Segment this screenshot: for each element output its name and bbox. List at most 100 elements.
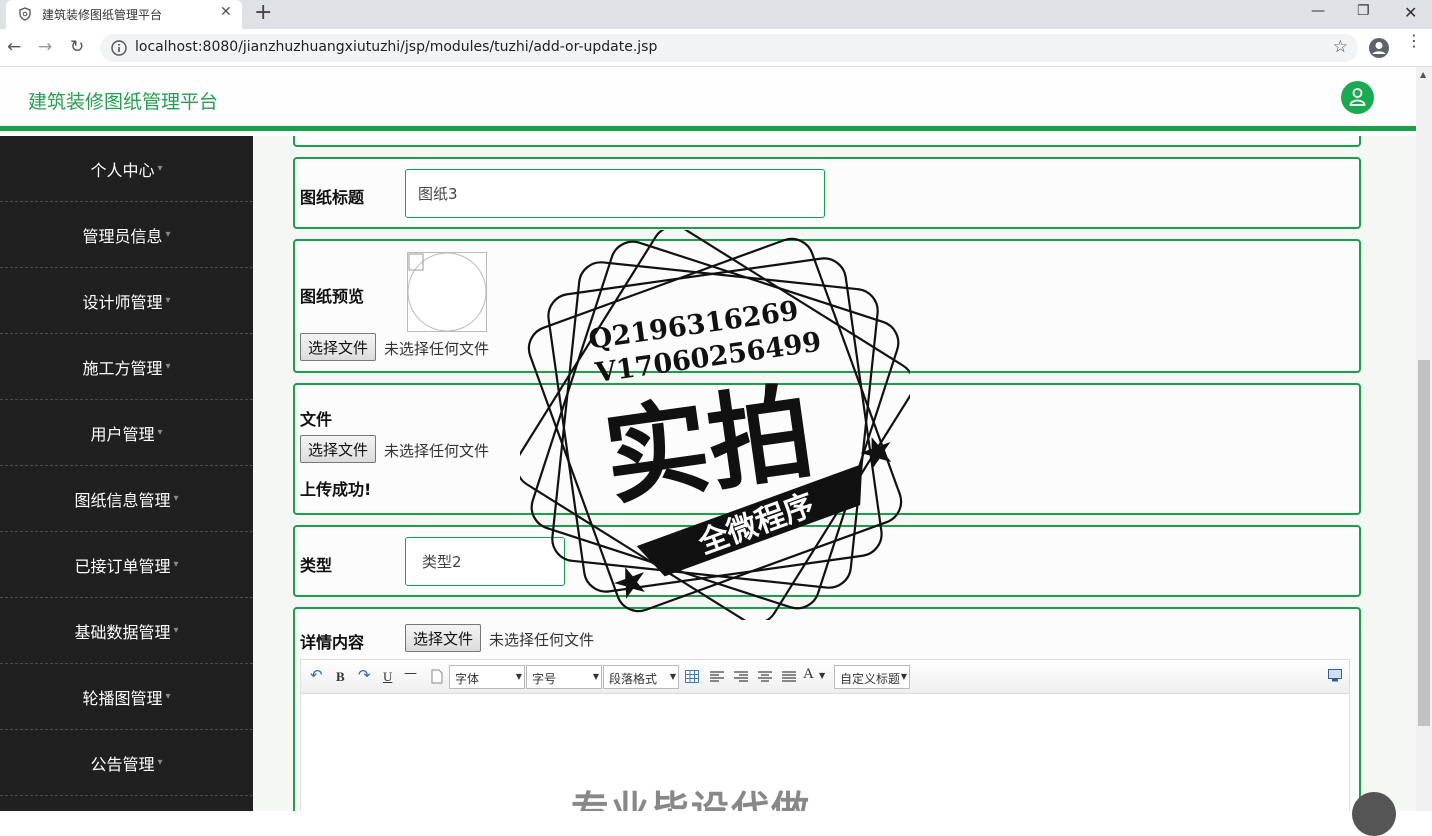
sidebar-item-label: 基础数据管理 [74, 622, 171, 642]
sidebar-item-drawings[interactable]: 图纸信息管理 ▾ [0, 466, 253, 532]
back-icon[interactable]: ← [7, 37, 21, 57]
upload-success-text: 上传成功! [300, 480, 372, 499]
browser-menu-icon[interactable]: ⋮ [1406, 33, 1422, 49]
sidebar-item-users[interactable]: 用户管理 ▾ [0, 400, 253, 466]
type-select-value: 类型2 [422, 553, 462, 571]
caret-down-icon: ▾ [157, 757, 163, 768]
page-icon[interactable] [431, 669, 443, 684]
sidebar-item-label: 轮播图管理 [82, 688, 163, 708]
shield-icon [19, 7, 31, 21]
browser-tab-bar: 建筑装修图纸管理平台 ✕ + — ❐ ✕ [0, 0, 1432, 29]
minimize-icon[interactable]: — [1311, 3, 1325, 19]
title-input[interactable]: 图纸3 [405, 169, 825, 218]
sidebar-item-designer[interactable]: 设计师管理 ▾ [0, 268, 253, 334]
sidebar-item-contractor[interactable]: 施工方管理 ▾ [0, 334, 253, 400]
form-row-title: 图纸标题 图纸3 [293, 157, 1361, 229]
preview-file-status: 未选择任何文件 [384, 340, 490, 358]
font-family-value: 字体 [455, 672, 480, 686]
font-size-value: 字号 [532, 672, 557, 686]
type-label: 类型 [300, 556, 333, 575]
paragraph-select[interactable]: 段落格式 ▼ [603, 665, 679, 689]
sidebar: 个人中心 ▾ 管理员信息 ▾ 设计师管理 ▾ 施工方管理 ▾ 用户管理 ▾ 图纸信息管理 ▾… [0, 136, 253, 811]
caret-down-icon: ▾ [173, 559, 179, 570]
sidebar-item-label: 管理员信息 [82, 226, 163, 246]
forward-icon[interactable]: → [38, 37, 52, 57]
app-title: 建筑装修图纸管理平台 [28, 91, 219, 113]
sidebar-item-label: 设计师管理 [82, 292, 163, 312]
address-bar[interactable]: localhost:8080/jianzhuzhuangxiutuzhi/jsp… [100, 34, 1358, 62]
page-scrollbar[interactable]: ▲ [1416, 67, 1432, 811]
app-header: 建筑装修图纸管理平台 [0, 67, 1416, 131]
preview-choose-file-button[interactable]: 选择文件 [300, 333, 377, 361]
table-icon[interactable] [685, 670, 699, 683]
browser-tab[interactable]: 建筑装修图纸管理平台 ✕ [6, 0, 242, 29]
detail-file-status: 未选择任何文件 [489, 631, 595, 649]
fullscreen-icon[interactable] [1328, 669, 1342, 682]
align-left-icon[interactable] [710, 671, 724, 682]
floating-action-button[interactable] [1352, 792, 1396, 836]
sidebar-item-admin-info[interactable]: 管理员信息 ▾ [0, 202, 253, 268]
preview-label: 图纸预览 [300, 287, 365, 306]
underline-button[interactable]: U [383, 669, 392, 685]
account-icon[interactable] [1368, 37, 1390, 59]
sidebar-item-label: 已接订单管理 [74, 556, 171, 576]
caret-down-icon: ▾ [165, 295, 171, 306]
new-tab-icon[interactable]: + [254, 1, 272, 25]
sidebar-item-personal-center[interactable]: 个人中心 ▾ [0, 136, 253, 202]
dropdown-arrow-icon: ▼ [669, 672, 676, 681]
align-center-icon[interactable] [758, 671, 772, 682]
font-size-select[interactable]: 字号 ▼ [526, 665, 602, 689]
user-avatar[interactable] [1341, 81, 1374, 114]
broken-image-icon [407, 252, 487, 332]
form-row-partial [293, 136, 1361, 147]
font-family-select[interactable]: 字体 ▼ [449, 665, 525, 689]
font-color-button[interactable]: A [803, 666, 814, 683]
detail-label: 详情内容 [300, 633, 365, 652]
detail-choose-file-button[interactable]: 选择文件 [405, 624, 482, 652]
custom-title-select[interactable]: 自定义标题 ▼ [834, 665, 910, 689]
custom-title-value: 自定义标题 [840, 672, 901, 686]
info-icon[interactable] [110, 39, 128, 57]
caret-down-icon: ▾ [173, 493, 179, 504]
tab-title: 建筑装修图纸管理平台 [42, 8, 163, 22]
align-right-icon[interactable] [734, 671, 748, 682]
sidebar-item-carousel[interactable]: 轮播图管理 ▾ [0, 664, 253, 730]
file-status: 未选择任何文件 [384, 442, 490, 460]
editor-heading-text: 专业毕设代做 [571, 788, 812, 811]
sidebar-item-label: 施工方管理 [82, 358, 163, 378]
redo-icon[interactable]: ↷ [358, 666, 371, 684]
sidebar-item-orders[interactable]: 已接订单管理 ▾ [0, 532, 253, 598]
undo-icon[interactable]: ↶ [310, 666, 323, 684]
watermark-stamp: Q2196316269 V17060256499 实拍 全微程序 [520, 230, 910, 620]
restore-icon[interactable]: ❐ [1357, 3, 1370, 19]
sidebar-item-notice[interactable]: 公告管理 ▾ [0, 730, 253, 796]
file-label: 文件 [300, 410, 333, 429]
sidebar-item-label: 公告管理 [90, 754, 155, 774]
dropdown-arrow-icon: ▼ [515, 672, 522, 681]
dropdown-arrow-icon[interactable]: ▼ [819, 671, 825, 680]
reload-icon[interactable]: ↻ [70, 37, 84, 57]
form-row-detail: 详情内容 选择文件 未选择任何文件 ↶ B ↷ U — 字体 ▼ 字号 ▼ 段落格式… [293, 607, 1361, 811]
file-choose-file-button[interactable]: 选择文件 [300, 435, 377, 463]
sidebar-item-label: 用户管理 [90, 424, 155, 444]
align-justify-icon[interactable] [782, 671, 796, 682]
title-label: 图纸标题 [300, 188, 365, 207]
url-text[interactable]: localhost:8080/jianzhuzhuangxiutuzhi/jsp… [135, 39, 657, 55]
browser-toolbar: ← → ↻ localhost:8080/jianzhuzhuangxiutuz… [0, 29, 1432, 67]
caret-down-icon: ▾ [157, 427, 163, 438]
sidebar-item-label: 个人中心 [90, 160, 155, 180]
caret-down-icon: ▾ [165, 229, 171, 240]
bookmark-star-icon[interactable]: ☆ [1333, 37, 1348, 57]
scroll-up-icon[interactable]: ▲ [1420, 70, 1426, 79]
rich-text-editor[interactable]: 专业毕设代做 [300, 694, 1350, 811]
tab-close-icon[interactable]: ✕ [220, 4, 232, 20]
caret-down-icon: ▾ [165, 361, 171, 372]
horizontal-rule-icon[interactable]: — [404, 666, 417, 681]
sidebar-item-label: 图纸信息管理 [74, 490, 171, 510]
sidebar-item-base-data[interactable]: 基础数据管理 ▾ [0, 598, 253, 664]
scrollbar-thumb[interactable] [1418, 360, 1430, 726]
preview-image [407, 252, 487, 332]
bold-button[interactable]: B [336, 669, 345, 685]
window-close-icon[interactable]: ✕ [1404, 3, 1417, 22]
dropdown-arrow-icon: ▼ [900, 672, 907, 681]
